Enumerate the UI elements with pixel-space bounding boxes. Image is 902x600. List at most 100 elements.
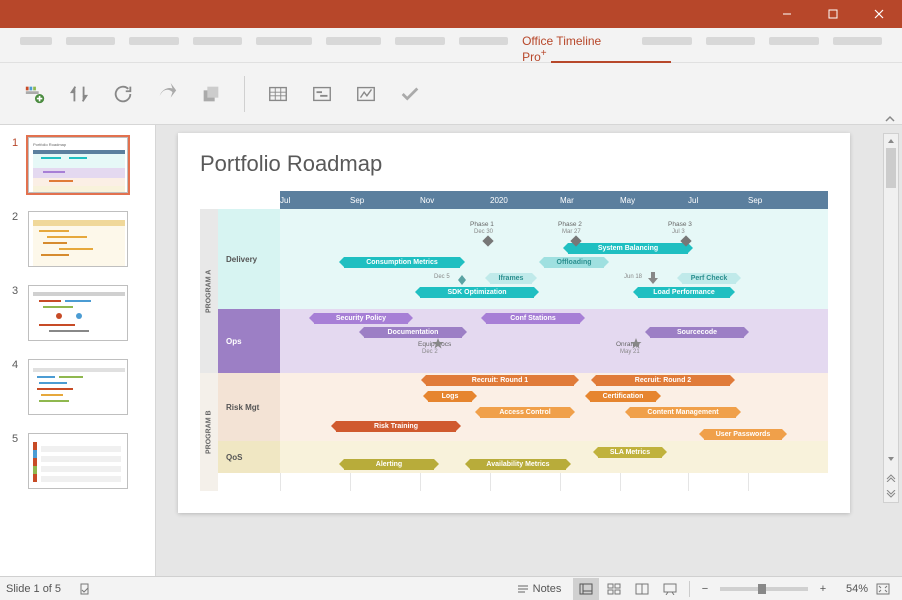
task-bar[interactable]: Logs <box>428 391 472 402</box>
ribbon-tab-placeholder[interactable] <box>459 37 509 45</box>
slide-canvas[interactable]: Portfolio Roadmap JulSepNov2020MarMayJul… <box>178 133 850 513</box>
maximize-button[interactable] <box>810 0 856 28</box>
ribbon-tab-strip: Office Timeline Pro+ <box>0 28 902 63</box>
task-bar[interactable]: Risk Training <box>336 421 456 432</box>
next-slide-icon[interactable] <box>884 488 898 502</box>
slide-thumbnail-panel: 1 Portfolio Roadmap 2 3 4 5 <box>0 125 156 576</box>
zoom-out-button[interactable]: − <box>696 578 714 600</box>
milestone-star-icon[interactable] <box>630 337 642 355</box>
slide-number: 3 <box>10 285 20 297</box>
task-bar[interactable]: Alerting <box>344 459 434 470</box>
minimize-button[interactable] <box>764 0 810 28</box>
slideshow-button[interactable] <box>657 578 683 600</box>
prev-slide-icon[interactable] <box>884 470 898 484</box>
task-bar[interactable]: Content Management <box>630 407 736 418</box>
ribbon-tab-placeholder[interactable] <box>395 37 445 45</box>
zoom-slider-thumb[interactable] <box>758 584 766 594</box>
swimlane-label: Ops <box>218 309 280 373</box>
zoom-in-button[interactable]: + <box>814 578 832 600</box>
slide-preview <box>28 359 128 415</box>
wizard-button[interactable] <box>349 76 383 112</box>
zoom-slider[interactable] <box>720 587 808 591</box>
slide-number: 2 <box>10 211 20 223</box>
scroll-up-icon[interactable] <box>884 134 898 148</box>
task-bar[interactable]: SLA Metrics <box>598 447 662 458</box>
spell-check-icon[interactable] <box>73 578 99 600</box>
milestone-label: Phase 2 <box>558 221 582 228</box>
task-bar[interactable]: User Passwords <box>704 429 782 440</box>
new-timeline-button[interactable] <box>18 76 52 112</box>
task-bar[interactable]: System Balancing <box>568 243 688 254</box>
task-bar[interactable]: Certification <box>590 391 656 402</box>
slide-preview: Portfolio Roadmap <box>28 137 128 193</box>
vertical-scrollbar[interactable] <box>883 133 899 503</box>
ribbon-tab-placeholder[interactable] <box>642 37 692 45</box>
slide-thumbnail[interactable]: 1 Portfolio Roadmap <box>0 133 155 207</box>
accept-button[interactable] <box>393 76 427 112</box>
ribbon-tab-placeholder[interactable] <box>129 37 179 45</box>
milestone-star-icon[interactable] <box>432 337 444 355</box>
task-bar[interactable]: Offloading <box>544 257 604 268</box>
copy-button[interactable] <box>194 76 228 112</box>
task-bar[interactable]: Conf Stations <box>486 313 580 324</box>
task-bar[interactable]: Security Policy <box>314 313 408 324</box>
task-bar[interactable]: Consumption Metrics <box>344 257 460 268</box>
milestone-arrow-icon[interactable] <box>648 271 658 289</box>
notes-button[interactable]: Notes <box>507 578 571 600</box>
share-button[interactable] <box>150 76 184 112</box>
sorter-view-button[interactable] <box>601 578 627 600</box>
slide-preview <box>28 433 128 489</box>
titlebar <box>0 0 902 28</box>
ribbon-tab-placeholder[interactable] <box>66 37 116 45</box>
scroll-down-icon[interactable] <box>884 452 898 466</box>
task-bar[interactable]: Iframes <box>490 273 532 284</box>
fit-window-button[interactable] <box>870 578 896 600</box>
swimlane-label: Risk Mgt <box>218 373 280 441</box>
style-button[interactable] <box>305 76 339 112</box>
ribbon-tab-placeholder[interactable] <box>256 37 311 45</box>
slide-title[interactable]: Portfolio Roadmap <box>178 133 850 187</box>
swimlane-label: QoS <box>218 441 280 473</box>
time-tick: Sep <box>748 191 762 209</box>
slide-preview <box>28 211 128 267</box>
task-bar[interactable]: Availability Metrics <box>470 459 566 470</box>
task-bar[interactable]: Recruit: Round 2 <box>596 375 730 386</box>
slide-number: 5 <box>10 433 20 445</box>
data-grid-button[interactable] <box>261 76 295 112</box>
slide-thumbnail[interactable]: 4 <box>0 355 155 429</box>
slide-thumbnail[interactable]: 3 <box>0 281 155 355</box>
ribbon-tab-placeholder[interactable] <box>193 37 243 45</box>
task-bar[interactable]: Documentation <box>364 327 462 338</box>
reading-view-button[interactable] <box>629 578 655 600</box>
time-axis: JulSepNov2020MarMayJulSep <box>280 191 828 209</box>
task-bar[interactable]: Access Control <box>480 407 570 418</box>
ribbon-tab-placeholder[interactable] <box>20 37 52 45</box>
scroll-thumb[interactable] <box>886 148 896 188</box>
slide-editor-area[interactable]: Portfolio Roadmap JulSepNov2020MarMayJul… <box>156 125 902 576</box>
task-bar[interactable]: Perf Check <box>682 273 736 284</box>
ribbon-tab-placeholder[interactable] <box>706 37 756 45</box>
zoom-level: 54% <box>834 583 868 595</box>
time-tick: May <box>620 191 635 209</box>
ribbon-tab-placeholder[interactable] <box>326 37 381 45</box>
refresh-button[interactable] <box>106 76 140 112</box>
time-tick: 2020 <box>490 191 508 209</box>
milestone-marker-icon[interactable] <box>458 272 466 290</box>
slide-thumbnail[interactable]: 2 <box>0 207 155 281</box>
sync-button[interactable] <box>62 76 96 112</box>
roadmap-chart[interactable]: JulSepNov2020MarMayJulSepPROGRAM APROGRA… <box>200 191 828 491</box>
normal-view-button[interactable] <box>573 578 599 600</box>
statusbar: Slide 1 of 5 Notes − + 54% <box>0 576 902 600</box>
ribbon-tab-placeholder[interactable] <box>769 37 819 45</box>
task-bar[interactable]: SDK Optimization <box>420 287 534 298</box>
ribbon-toolbar <box>0 63 902 125</box>
slide-counter: Slide 1 of 5 <box>6 583 61 595</box>
close-button[interactable] <box>856 0 902 28</box>
task-bar[interactable]: Recruit: Round 1 <box>426 375 574 386</box>
task-bar[interactable]: Sourcecode <box>650 327 744 338</box>
milestone-date: Dec 30 <box>474 229 493 235</box>
ribbon-tab-placeholder[interactable] <box>833 37 883 45</box>
slide-number: 1 <box>10 137 20 149</box>
separator <box>244 76 245 112</box>
slide-thumbnail[interactable]: 5 <box>0 429 155 503</box>
